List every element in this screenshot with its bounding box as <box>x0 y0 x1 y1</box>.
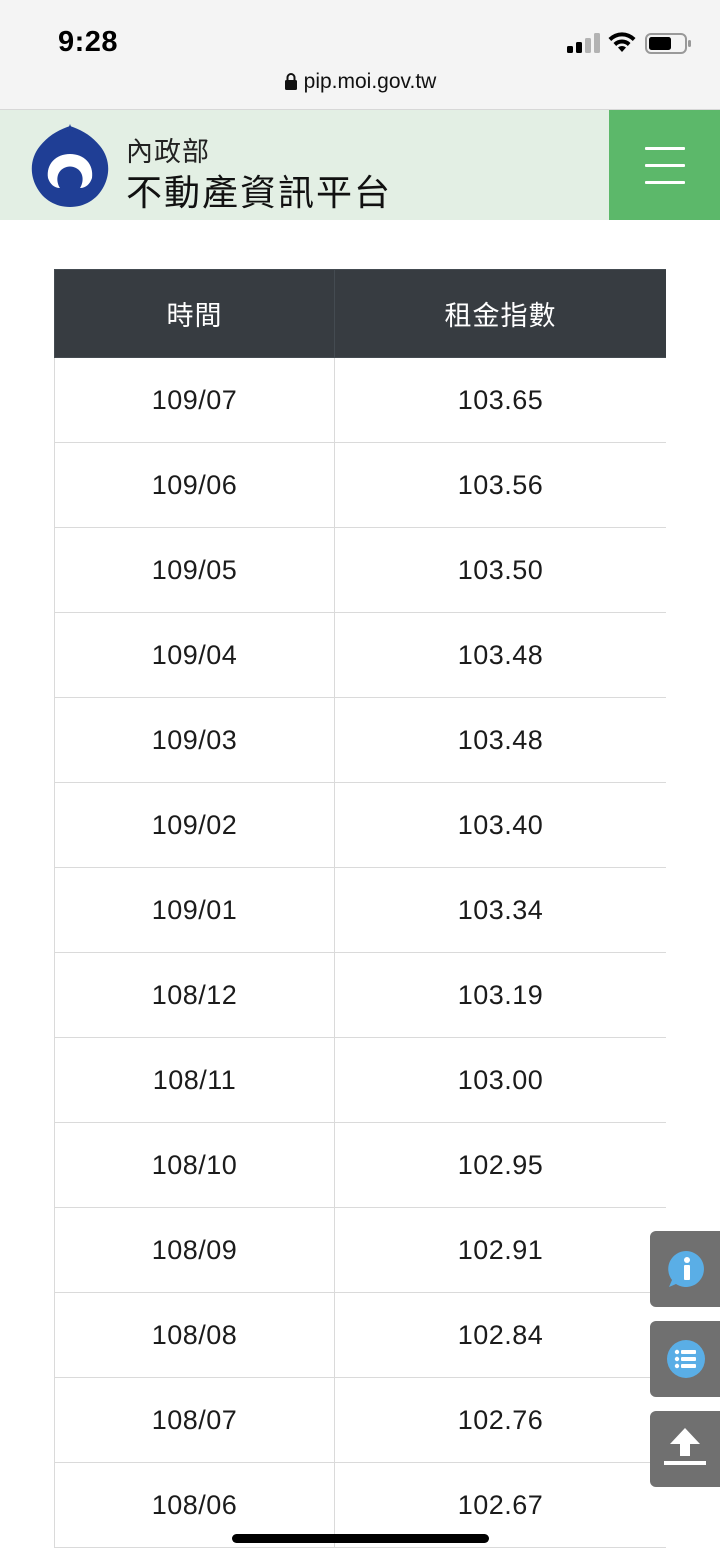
table-row: 108/11 103.00 <box>54 1037 666 1123</box>
menu-button[interactable] <box>609 110 720 220</box>
cell-rent-index: 102.76 <box>334 1377 666 1463</box>
status-time: 9:28 <box>58 26 119 58</box>
cell-time: 109/01 <box>54 867 335 953</box>
hamburger-icon-line <box>645 164 685 167</box>
cell-rent-index: 103.65 <box>334 357 666 443</box>
cell-time: 109/04 <box>54 612 335 698</box>
cell-rent-index: 103.48 <box>334 612 666 698</box>
cell-rent-index: 103.56 <box>334 442 666 528</box>
table-row: 109/04 103.48 <box>54 612 666 698</box>
status-bar: 9:28 pip.moi.gov.tw <box>0 0 720 110</box>
table-row: 108/09 102.91 <box>54 1207 666 1293</box>
cell-time: 108/11 <box>54 1037 335 1123</box>
info-icon <box>668 1251 704 1287</box>
back-to-top-button[interactable] <box>650 1411 720 1487</box>
cell-rent-index: 103.40 <box>334 782 666 868</box>
table-row: 109/06 103.56 <box>54 442 666 528</box>
wifi-icon <box>608 32 636 52</box>
table-row: 108/12 103.19 <box>54 952 666 1038</box>
table-row: 108/07 102.76 <box>54 1377 666 1463</box>
table-row: 109/05 103.50 <box>54 527 666 613</box>
hamburger-icon-line <box>645 147 685 150</box>
home-indicator <box>232 1534 489 1543</box>
hamburger-icon-line <box>645 181 685 184</box>
cell-time: 109/03 <box>54 697 335 783</box>
list-icon <box>667 1340 705 1378</box>
cell-rent-index: 103.34 <box>334 867 666 953</box>
cell-time: 109/06 <box>54 442 335 528</box>
table-row: 108/08 102.84 <box>54 1292 666 1378</box>
ministry-logo[interactable] <box>28 124 112 208</box>
cell-rent-index: 102.84 <box>334 1292 666 1378</box>
url-text: pip.moi.gov.tw <box>303 70 437 93</box>
cell-rent-index: 103.48 <box>334 697 666 783</box>
cell-time: 109/07 <box>54 357 335 443</box>
arrow-up-icon <box>664 1428 706 1465</box>
column-header-rent-index: 租金指數 <box>334 269 666 358</box>
table-row: 109/03 103.48 <box>54 697 666 783</box>
cell-time: 108/09 <box>54 1207 335 1293</box>
rent-index-table: 時間 租金指數 109/07 103.65 109/06 103.56 109/05 10… <box>54 269 666 1558</box>
cell-time: 108/10 <box>54 1122 335 1208</box>
address-bar[interactable]: pip.moi.gov.tw <box>0 70 720 96</box>
table-row: 109/07 103.65 <box>54 357 666 443</box>
cell-time: 108/12 <box>54 952 335 1038</box>
platform-title[interactable]: 不動產資訊平台 <box>126 164 392 216</box>
cell-rent-index: 103.00 <box>334 1037 666 1123</box>
table-header-row: 時間 租金指數 <box>54 269 666 358</box>
cell-time: 109/05 <box>54 527 335 613</box>
cell-rent-index: 102.95 <box>334 1122 666 1208</box>
table-row: 109/01 103.34 <box>54 867 666 953</box>
cell-time: 108/07 <box>54 1377 335 1463</box>
lock-icon <box>284 73 297 90</box>
info-button[interactable] <box>650 1231 720 1307</box>
cell-time: 109/02 <box>54 782 335 868</box>
cell-rent-index: 103.19 <box>334 952 666 1038</box>
table-row: 108/10 102.95 <box>54 1122 666 1208</box>
battery-icon <box>645 33 691 54</box>
cellular-signal-icon <box>567 33 601 53</box>
column-header-time: 時間 <box>54 269 335 358</box>
cell-time: 108/08 <box>54 1292 335 1378</box>
table-row: 109/02 103.40 <box>54 782 666 868</box>
cell-rent-index: 103.50 <box>334 527 666 613</box>
list-button[interactable] <box>650 1321 720 1397</box>
cell-rent-index: 102.91 <box>334 1207 666 1293</box>
